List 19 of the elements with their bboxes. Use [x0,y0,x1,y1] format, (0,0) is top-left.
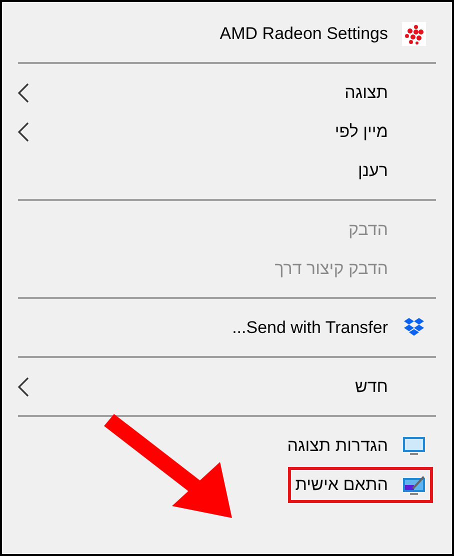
menu-item-label: רענן [358,160,388,180]
menu-item[interactable]: התאם אישית [2,465,452,504]
dots-icon [402,22,426,46]
menu-item-label: התאם אישית [295,474,388,494]
menu-item[interactable]: הגדרות תצוגה [2,426,452,465]
menu-item[interactable]: תצוגה [2,73,452,112]
menu-item[interactable]: רענן [2,151,452,190]
menu-item[interactable]: Send with Transfer... [2,308,452,347]
menu-item-label: חדש [354,376,388,396]
menu-item[interactable]: חדש [2,367,452,406]
menu-item[interactable]: AMD Radeon Settings [2,14,452,53]
menu-item-label: הדבק [348,220,388,240]
menu-item[interactable]: מיין לפי [2,112,452,151]
menu-item-label: Send with Transfer... [232,318,388,338]
menu-item-label: תצוגה [344,82,388,102]
menu-item-label: מיין לפי [334,122,388,142]
menu-item-label: AMD Radeon Settings [220,24,388,44]
menu-item-label: הגדרות תצוגה [287,436,388,456]
menu-item-label: הדבק קיצור דרך [274,258,388,278]
